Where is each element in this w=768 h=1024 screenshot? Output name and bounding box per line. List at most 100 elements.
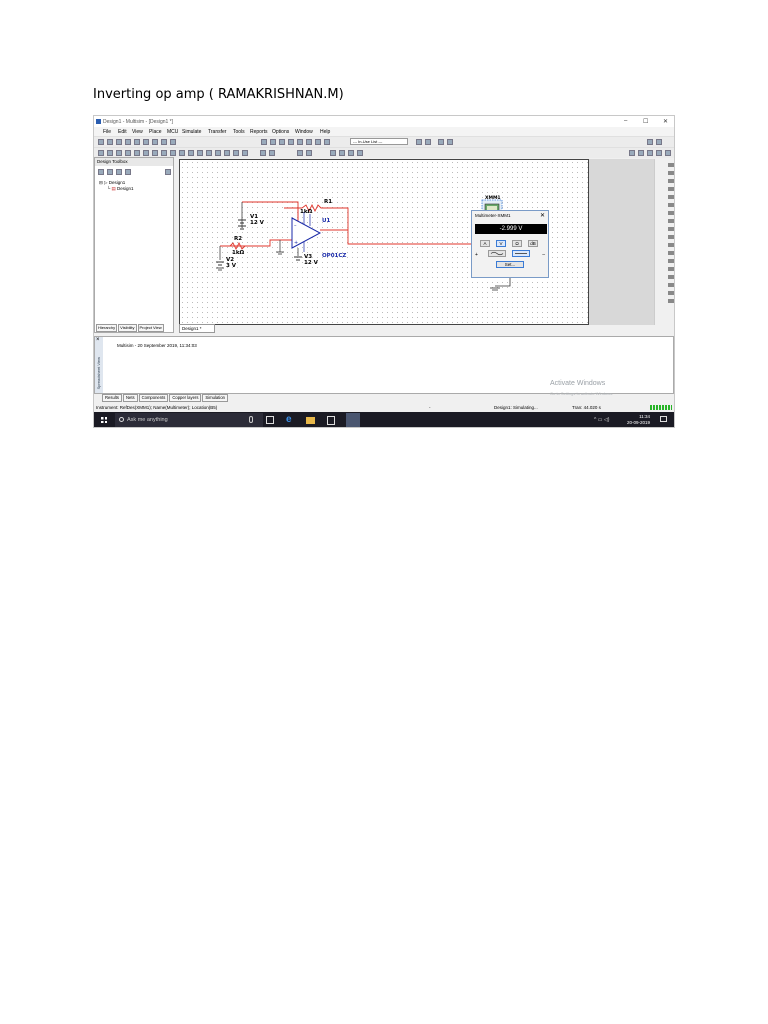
instrument-logic-analyzer-icon[interactable] [668,235,674,239]
menu-reports[interactable]: Reports [250,129,268,135]
analog-icon[interactable] [134,150,140,156]
sheet-tab-design1[interactable]: Design1 * [179,324,215,333]
undo-icon[interactable] [161,139,167,145]
store-icon[interactable] [327,416,335,425]
workspace[interactable]: – + V1 12 V R1 1kΩ U1 OP01CZ R2 1kΩ V2 3… [179,159,674,325]
question-icon[interactable] [447,139,453,145]
zoom-area-icon[interactable] [647,150,653,156]
hierarchy-icon[interactable] [242,150,248,156]
multimeter-set-button[interactable]: Set... [496,261,524,268]
menu-help[interactable]: Help [320,129,330,135]
panel-close-icon[interactable]: × [96,337,100,343]
ttl-icon[interactable] [143,150,149,156]
stop-icon[interactable] [348,150,354,156]
instrument-iv-analyzer-icon[interactable] [668,243,674,247]
zoom-in-icon[interactable] [629,150,635,156]
mode-ampere-button[interactable]: A [480,240,490,247]
close-doc-icon[interactable] [656,139,662,145]
menu-view[interactable]: View [132,129,143,135]
zoom-out-icon[interactable] [638,150,644,156]
minimize-button[interactable]: – [624,118,627,124]
taskbar-clock[interactable]: 11:34 20-09-2019 [627,414,650,426]
transistor-icon[interactable] [125,150,131,156]
pause-icon[interactable] [339,150,345,156]
instrument-multimeter-icon[interactable] [668,163,674,167]
instrument-tektronix-icon[interactable] [668,283,674,287]
windows-start-icon[interactable] [101,417,107,423]
taskbar-search[interactable]: Ask me anything [115,413,263,427]
tab-nets[interactable]: Nets [122,394,138,402]
mode-volt-button[interactable]: V [496,240,506,247]
find-icon[interactable] [425,139,431,145]
multimeter-close-button[interactable]: ✕ [540,212,545,219]
tab-copper-layers[interactable]: Copper layers [169,394,202,402]
tab-results[interactable]: Results [102,394,122,402]
misc-icon[interactable] [188,150,194,156]
file-explorer-icon[interactable] [306,417,315,424]
mixed-icon[interactable] [161,150,167,156]
multimeter-window[interactable]: Multimeter-XMM1 ✕ -2.999 V A V Ω dB + – … [471,210,549,278]
instrument-wattmeter-icon[interactable] [668,179,674,183]
power-icon[interactable] [179,150,185,156]
system-tray-icons[interactable]: ^ ▭ ◁) [594,417,609,423]
save-icon[interactable] [116,139,122,145]
dc-mode-button[interactable] [512,250,530,257]
close-button[interactable]: ✕ [663,118,668,125]
task-view-icon[interactable] [266,416,274,424]
mode-ohm-button[interactable]: Ω [512,240,522,247]
tab-visibility[interactable]: Visibility [118,324,137,332]
interactive-icon[interactable] [357,150,363,156]
component-wizard-icon[interactable] [288,139,294,145]
spreadsheet-icon[interactable] [270,139,276,145]
postprocessor-icon[interactable] [297,139,303,145]
menu-place[interactable]: Place [149,129,162,135]
in-use-list-combo[interactable]: --- In-Use List --- [350,138,408,145]
back-icon[interactable] [438,139,444,145]
tab-simulation[interactable]: Simulation [202,394,228,402]
menu-file[interactable]: File [103,129,111,135]
help-icon[interactable] [416,139,422,145]
tab-project-view[interactable]: Project View [137,324,164,332]
menu-simulate[interactable]: Simulate [182,129,201,135]
instrument-bode-plotter-icon[interactable] [668,203,674,207]
tree-item-child[interactable]: └ ▤ Design1 [99,186,134,192]
instrument-spectrum-analyzer-icon[interactable] [668,259,674,263]
tab-components[interactable]: Components [138,394,169,402]
instrument-agilent-icon[interactable] [668,275,674,279]
run-icon[interactable] [330,150,336,156]
source-icon[interactable] [98,150,104,156]
menu-tools[interactable]: Tools [233,129,245,135]
wire-icon[interactable] [260,150,266,156]
paste-icon[interactable] [152,139,158,145]
instrument-oscilloscope-icon[interactable] [668,187,674,191]
electromechanical-icon[interactable] [206,150,212,156]
instrument-logic-converter-icon[interactable] [668,227,674,231]
edge-browser-icon[interactable]: e [286,415,296,425]
probe-settings-icon[interactable] [306,150,312,156]
menu-mcu[interactable]: MCU [167,129,178,135]
cmos-icon[interactable] [152,150,158,156]
erc-icon[interactable] [315,139,321,145]
toolbox-close-icon[interactable] [125,169,131,175]
instrument-distortion-analyzer-icon[interactable] [668,251,674,255]
notifications-icon[interactable] [660,416,667,422]
instrument-labview-icon[interactable] [668,291,674,295]
tab-hierarchy[interactable]: Hierarchy [96,324,118,332]
open-file-icon[interactable] [107,139,113,145]
menu-transfer[interactable]: Transfer [208,129,226,135]
menu-window[interactable]: Window [295,129,313,135]
connector-icon[interactable] [233,150,239,156]
copy-icon[interactable] [143,139,149,145]
restore-doc-icon[interactable] [647,139,653,145]
instrument-current-probe-icon[interactable] [668,299,674,303]
multisim-taskbar-icon[interactable] [346,413,360,427]
instrument-frequency-counter-icon[interactable] [668,211,674,215]
toolbox-toggle-icon[interactable] [261,139,267,145]
text-icon[interactable] [269,150,275,156]
rf-icon[interactable] [197,150,203,156]
print-icon[interactable] [125,139,131,145]
menu-edit[interactable]: Edit [118,129,127,135]
indicator-icon[interactable] [170,150,176,156]
bus-icon[interactable] [224,150,230,156]
mode-db-button[interactable]: dB [528,240,538,247]
